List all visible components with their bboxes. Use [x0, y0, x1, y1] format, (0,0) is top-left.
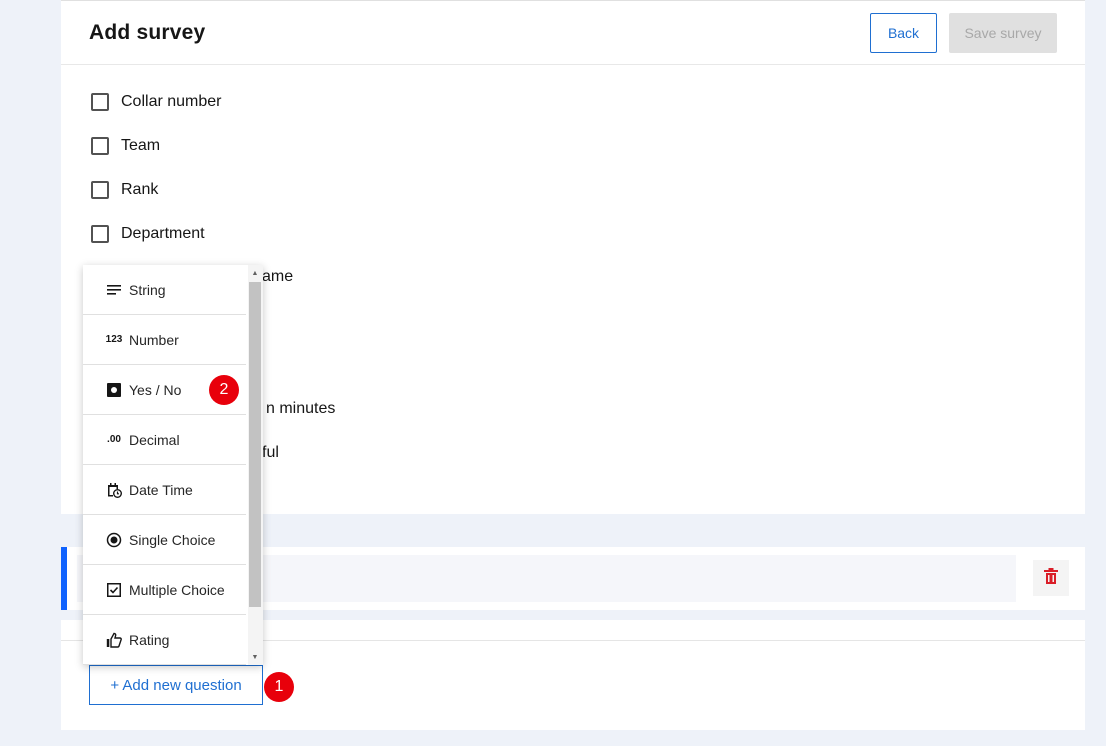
number-icon: 123 [105, 334, 123, 345]
checkbox-label: Rank [121, 181, 159, 198]
page-header: Add survey Back Save survey [61, 0, 1085, 65]
menu-item-label: Single Choice [129, 531, 216, 548]
menu-item-single-choice[interactable]: Single Choice [83, 515, 246, 565]
menu-item-label: Number [129, 331, 179, 348]
menu-item-string[interactable]: String [83, 265, 246, 315]
menu-item-number[interactable]: 123 Number [83, 315, 246, 365]
checkbox-label-obscured: n minutes [266, 400, 336, 417]
checkbox-label: Team [121, 137, 161, 154]
checkbox-item-department[interactable]: Department [91, 222, 205, 246]
delete-question-button[interactable] [1033, 560, 1069, 596]
thumbs-up-icon [105, 631, 123, 649]
checkbox-item-collar-number[interactable]: Collar number [91, 90, 221, 114]
add-new-question-button[interactable]: + Add new question [89, 665, 263, 705]
checkbox[interactable] [91, 225, 109, 243]
radio-icon [105, 531, 123, 549]
checkbox[interactable] [91, 137, 109, 155]
checkbox-item-rank[interactable]: Rank [91, 178, 158, 202]
annotation-badge-2: 2 [209, 375, 239, 405]
menu-item-label: Yes / No [129, 381, 182, 398]
menu-item-decimal[interactable]: .00 Decimal [83, 415, 246, 465]
menu-item-label: Rating [129, 631, 170, 648]
save-survey-button[interactable]: Save survey [949, 13, 1057, 53]
back-button[interactable]: Back [870, 13, 937, 53]
menu-item-rating[interactable]: Rating [83, 615, 246, 665]
checkbox[interactable] [91, 181, 109, 199]
checkbox-label: Collar number [121, 93, 222, 110]
decimal-icon: .00 [107, 434, 121, 445]
menu-item-multiple-choice[interactable]: Multiple Choice [83, 565, 246, 615]
scroll-down-arrow-icon[interactable]: ▼ [249, 651, 261, 663]
menu-item-label: String [129, 281, 166, 298]
menu-item-label: Multiple Choice [129, 581, 225, 598]
menu-item-label: Date Time [129, 481, 193, 498]
scroll-up-arrow-icon[interactable]: ▲ [249, 267, 261, 279]
annotation-badge-1: 1 [264, 672, 294, 702]
checkbox-label-obscured: ame [262, 268, 294, 285]
checkbox-icon [105, 581, 123, 599]
trash-icon [1044, 567, 1058, 589]
menu-item-label: Decimal [129, 431, 180, 448]
menu-item-date-time[interactable]: Date Time [83, 465, 246, 515]
active-indicator [61, 547, 67, 610]
page-title: Add survey [89, 21, 206, 44]
toggle-square-icon [105, 381, 123, 399]
question-type-menu: String 123 Number Yes / No .00 Decimal D… [83, 265, 263, 665]
menu-scrollbar-thumb[interactable] [249, 282, 261, 607]
checkbox[interactable] [91, 93, 109, 111]
calendar-clock-icon [105, 481, 123, 499]
checkbox-label-obscured: ful [262, 444, 279, 461]
checkbox-item-team[interactable]: Team [91, 134, 160, 158]
lines-icon [105, 281, 123, 299]
checkbox-label: Department [121, 225, 205, 242]
